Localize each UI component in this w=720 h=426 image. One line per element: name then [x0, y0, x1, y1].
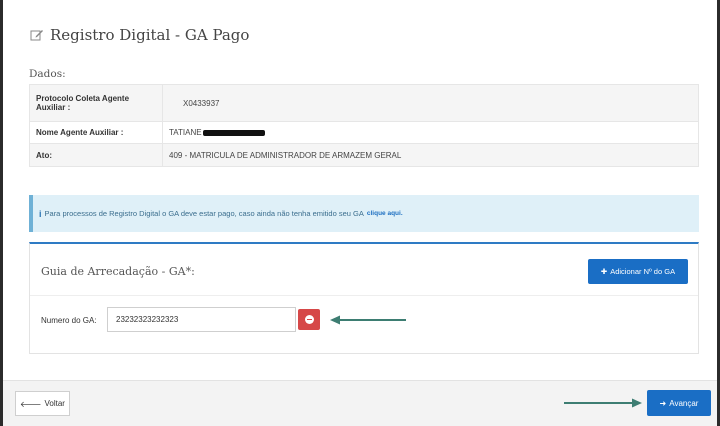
add-ga-button[interactable]: ✚ Adicionar Nº do GA — [588, 259, 688, 284]
edit-icon — [30, 30, 43, 41]
protocol-value: X0433937 — [183, 98, 220, 108]
back-button-label: Voltar — [44, 399, 65, 408]
next-button[interactable]: ➜ Avançar — [647, 390, 711, 416]
window-border-left — [0, 0, 3, 426]
row-key: Protocolo Coleta Agente Auxiliar : — [29, 84, 163, 122]
table-row: Nome Agente Auxiliar : TATIANE — [29, 121, 699, 144]
info-alert: i Para processos de Registro Digital o G… — [29, 195, 699, 232]
row-value: 409 - MATRICULA DE ADMINISTRADOR DE ARMA… — [162, 143, 699, 167]
ga-number-input[interactable]: 23232323232323 — [107, 307, 296, 332]
ga-panel: Guia de Arrecadação - GA*: ✚ Adicionar N… — [29, 242, 699, 354]
table-row: Protocolo Coleta Agente Auxiliar : X0433… — [29, 84, 699, 122]
page-title-text: Registro Digital - GA Pago — [50, 26, 250, 44]
arrow-left-icon: 🡐 — [20, 399, 42, 409]
add-ga-button-label: Adicionar Nº do GA — [610, 267, 676, 276]
info-link[interactable]: clique aqui. — [367, 210, 403, 217]
arrow-right-icon: ➜ — [659, 398, 667, 408]
remove-ga-button[interactable] — [298, 309, 320, 330]
page-title: Registro Digital - GA Pago — [30, 26, 249, 44]
plus-icon: ✚ — [600, 267, 608, 276]
row-value: TATIANE — [162, 121, 699, 144]
ga-panel-title: Guia de Arrecadação - GA*: — [41, 265, 195, 278]
next-button-label: Avançar — [669, 398, 699, 408]
agent-name-value: TATIANE — [169, 128, 202, 137]
dados-label: Dados: — [29, 68, 66, 80]
annotation-arrow-left-icon — [330, 315, 406, 325]
annotation-arrow-right-icon — [564, 398, 642, 408]
ga-number-label: Numero do GA: — [41, 316, 97, 325]
redaction-bar — [202, 129, 265, 136]
dados-table: Protocolo Coleta Agente Auxiliar : X0433… — [29, 84, 699, 167]
info-text: Para processos de Registro Digital o GA … — [44, 209, 364, 218]
divider — [30, 295, 698, 296]
row-key: Nome Agente Auxiliar : — [29, 121, 163, 144]
table-row: Ato: 409 - MATRICULA DE ADMINISTRADOR DE… — [29, 143, 699, 167]
minus-circle-icon — [304, 315, 314, 324]
info-icon: i — [39, 208, 42, 219]
back-button[interactable]: 🡐 Voltar — [15, 391, 70, 416]
row-value: X0433937 — [162, 84, 699, 122]
page-frame: Registro Digital - GA Pago Dados: Protoc… — [0, 0, 720, 426]
row-key: Ato: — [29, 143, 163, 167]
